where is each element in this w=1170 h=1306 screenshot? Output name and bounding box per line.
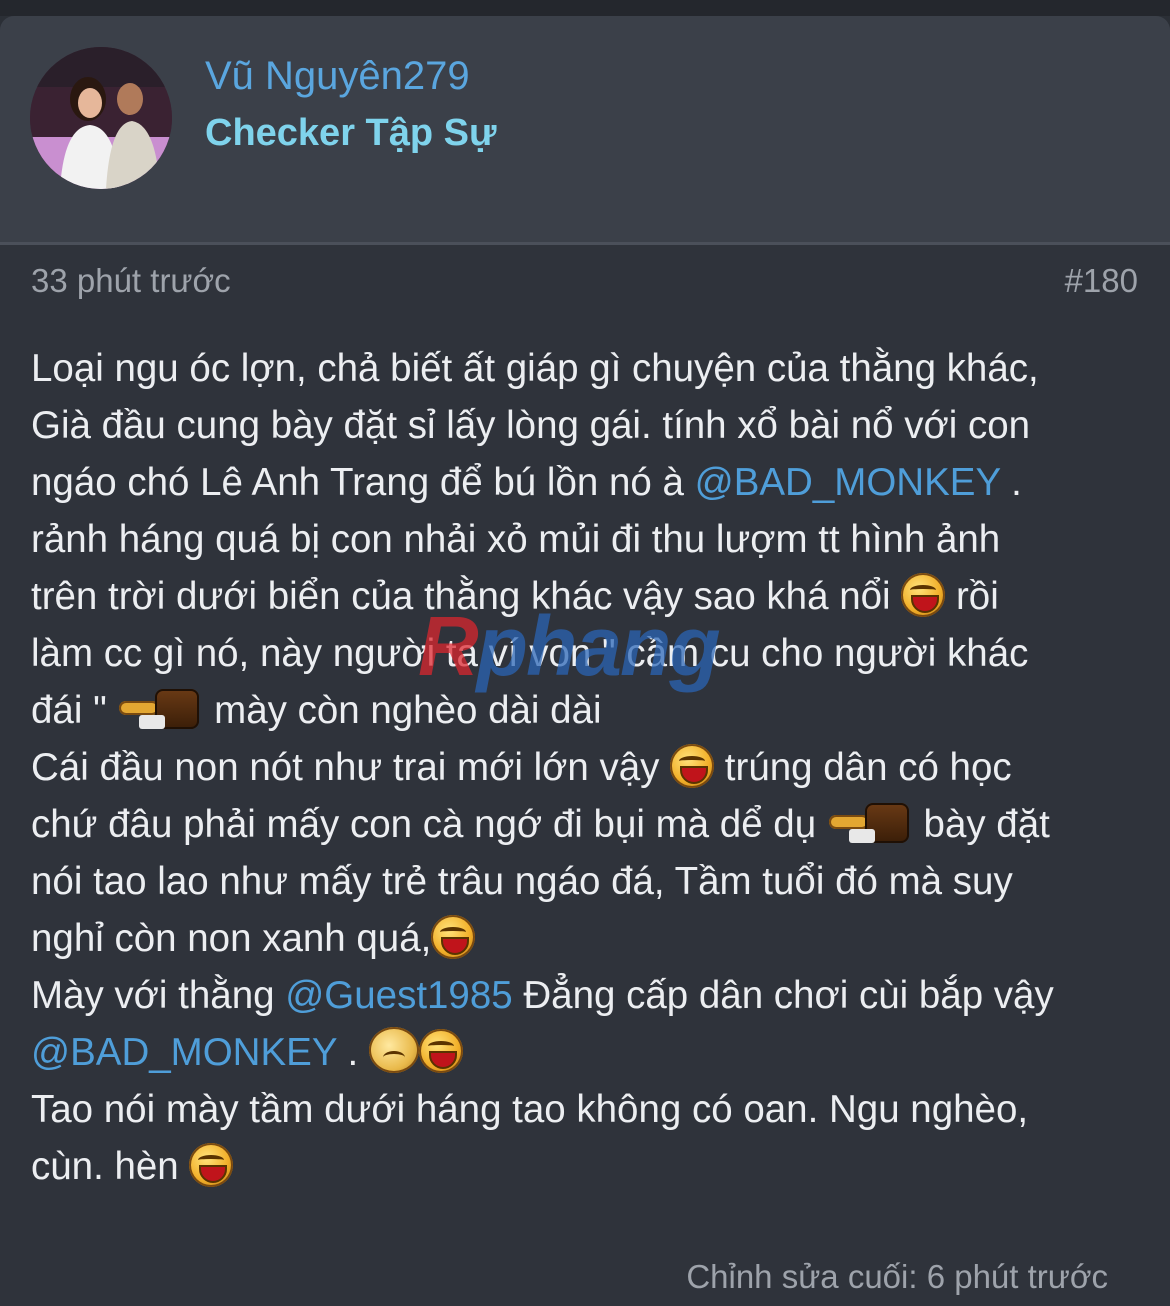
thinking-emoji-icon	[368, 1027, 419, 1073]
post-line: chứ đâu phải mấy con cà ngớ đi bụi mà dể…	[31, 801, 1050, 846]
author-title: Checker Tập Sự	[205, 112, 497, 154]
last-edited: Chỉnh sửa cuối: 6 phút trước	[686, 1258, 1108, 1295]
post-line: rảnh háng quá bị con nhải xỏ mủi đi thu …	[31, 518, 1001, 561]
laughing-emoji-icon	[418, 1029, 463, 1073]
post-line: Cái đầu non nót như trai mới lớn vậy trú…	[31, 744, 1012, 789]
laughing-emoji-icon	[901, 573, 946, 617]
laughing-emoji-icon	[670, 744, 715, 788]
author-name[interactable]: Vũ Nguyên279	[205, 54, 470, 99]
watermark-logo: Rphang	[418, 599, 721, 693]
post-line: Tao nói mày tầm dưới háng tao không có o…	[31, 1088, 1029, 1131]
post-line: Mày với thằng @Guest1985 Đẳng cấp dân ch…	[31, 974, 1054, 1017]
mention-link[interactable]: @BAD_MONKEY	[31, 1031, 337, 1074]
laughing-emoji-icon	[431, 915, 476, 959]
mention-link[interactable]: @BAD_MONKEY	[695, 461, 1001, 504]
laughing-emoji-icon	[189, 1143, 234, 1187]
post-line: Loại ngu óc lợn, chả biết ất giáp gì chu…	[31, 347, 1039, 390]
forum-post: Vũ Nguyên279 Checker Tập Sự 33 phút trướ…	[0, 16, 1170, 1306]
post-line: @BAD_MONKEY .	[31, 1024, 1141, 1081]
post-line: Già đầu cung bày đặt sỉ lấy lòng gái. tí…	[31, 404, 1031, 447]
post-line: nói tao lao như mấy trẻ trâu ngáo đá, Tầ…	[31, 860, 1013, 903]
post-line: ngáo chó Lê Anh Trang để bú lồn nó à @BA…	[31, 461, 1022, 504]
post-body: Loại ngu óc lợn, chả biết ất giáp gì chu…	[31, 340, 1141, 1195]
post-time[interactable]: 33 phút trước	[31, 262, 231, 300]
avatar-photo	[30, 47, 172, 189]
coffee-emoji-icon	[117, 687, 203, 731]
post-line: nghỉ còn non xanh quá,	[31, 910, 1141, 967]
top-bar	[0, 0, 1170, 16]
mention-link[interactable]: @Guest1985	[285, 974, 512, 1017]
coffee-emoji-icon	[827, 801, 913, 845]
post-number[interactable]: #180	[1065, 262, 1138, 300]
post-line: cùn. hèn	[31, 1138, 1141, 1195]
post-header: Vũ Nguyên279 Checker Tập Sự	[0, 16, 1170, 245]
avatar[interactable]	[30, 47, 172, 189]
